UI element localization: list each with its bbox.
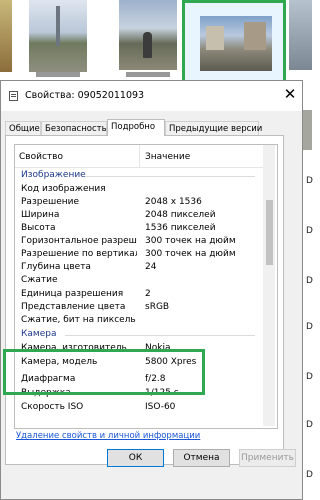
- selected-photo-thumbnail[interactable]: [200, 16, 272, 71]
- table-row[interactable]: Ширина 2048 пикселей: [15, 209, 263, 222]
- property-value: 2: [145, 289, 151, 299]
- property-name: Код изображения: [21, 184, 106, 194]
- property-value: 24: [145, 262, 157, 272]
- table-row[interactable]: Код изображения: [15, 183, 263, 196]
- property-name: Единица разрешения: [21, 289, 124, 299]
- property-name: Представление цвета: [21, 302, 126, 312]
- group-camera: Камера: [21, 329, 57, 339]
- file-label: D: [306, 420, 313, 430]
- property-name: Высота: [21, 223, 56, 233]
- property-name: Скорость ISO: [21, 402, 84, 412]
- file-label: D: [306, 322, 313, 332]
- property-value: 300 точек на дюйм: [145, 249, 236, 259]
- list-header: Свойство Значение: [15, 145, 263, 168]
- file-label: D: [306, 372, 313, 382]
- property-name: Сжатие: [21, 275, 58, 285]
- property-name: Разрешение: [21, 197, 80, 207]
- thumbnail-label: [126, 72, 170, 77]
- thumbnail-building: [206, 26, 224, 50]
- dialog-title: Свойства: 09052011093: [25, 90, 145, 101]
- properties-dialog: Свойства: 09052011093 ✕ Общие Безопаснос…: [0, 80, 303, 500]
- apply-button[interactable]: Применить: [239, 449, 296, 467]
- column-property[interactable]: Свойство: [19, 152, 63, 162]
- file-label: D: [306, 176, 313, 186]
- thumbnail-building: [244, 22, 266, 50]
- column-value[interactable]: Значение: [145, 152, 190, 162]
- column-separator[interactable]: [139, 145, 140, 167]
- property-value: 300 точек на дюйм: [145, 236, 236, 246]
- photo-thumbnail[interactable]: [119, 0, 177, 70]
- property-name: Горизонтальное разреше...: [21, 236, 137, 246]
- group-divider: [85, 176, 255, 177]
- property-value: sRGB: [145, 302, 170, 312]
- ok-button[interactable]: ОК: [107, 449, 164, 467]
- table-row[interactable]: Скорость ISO ISO-60: [15, 401, 263, 414]
- file-label: D: [306, 470, 313, 480]
- group-image: Изображение: [21, 170, 86, 180]
- file-label: D: [306, 226, 313, 236]
- photo-thumbnail[interactable]: [289, 0, 312, 70]
- table-row[interactable]: Разрешение 2048 x 1536: [15, 196, 263, 209]
- tab-details[interactable]: Подробно: [107, 119, 165, 136]
- property-value: 2048 пикселей: [145, 210, 216, 220]
- photo-thumbnail[interactable]: [302, 110, 312, 150]
- remove-properties-link[interactable]: Удаление свойств и личной информации: [16, 431, 200, 441]
- cancel-button[interactable]: Отмена: [173, 449, 230, 467]
- close-icon[interactable]: ✕: [282, 86, 298, 102]
- thumbnail-label: [36, 72, 80, 77]
- property-value: 2048 x 1536: [145, 197, 202, 207]
- table-row[interactable]: Глубина цвета 24: [15, 261, 263, 274]
- table-row[interactable]: Разрешение по вертикали 300 точек на дюйм: [15, 248, 263, 261]
- vertical-scrollbar[interactable]: [263, 145, 275, 426]
- tab-general[interactable]: Общие: [5, 121, 41, 135]
- property-name: Ширина: [21, 210, 60, 220]
- file-label: D: [306, 276, 313, 286]
- camera-rows-highlight: [3, 349, 205, 395]
- tab-security[interactable]: Безопасность: [41, 121, 107, 135]
- photo-thumbnail[interactable]: [0, 0, 12, 72]
- dialog-titlebar[interactable]: Свойства: 09052011093 ✕: [1, 81, 302, 111]
- details-panel: Свойство Значение Изображение Код изобра…: [5, 135, 284, 465]
- photo-thumbnail[interactable]: [29, 0, 87, 72]
- scrollbar-thumb[interactable]: [266, 200, 273, 265]
- table-row[interactable]: Сжатие: [15, 274, 263, 287]
- file-icon: [9, 91, 18, 101]
- table-row[interactable]: Представление цвета sRGB: [15, 301, 263, 314]
- table-row[interactable]: Горизонтальное разреше... 300 точек на дю…: [15, 235, 263, 248]
- property-name: Сжатие, бит на пиксель: [21, 315, 136, 325]
- property-value: 1536 пикселей: [145, 223, 216, 233]
- property-value: ISO-60: [145, 402, 176, 412]
- table-row[interactable]: Высота 1536 пикселей: [15, 222, 263, 235]
- table-row[interactable]: Единица разрешения 2: [15, 288, 263, 301]
- tab-previous-versions[interactable]: Предыдущие версии: [165, 121, 262, 135]
- property-name: Разрешение по вертикали: [21, 249, 137, 259]
- thumbnail-tower: [56, 6, 60, 46]
- thumbnail-person: [143, 32, 152, 58]
- table-row[interactable]: Сжатие, бит на пиксель: [15, 314, 263, 327]
- property-name: Глубина цвета: [21, 262, 91, 272]
- group-divider: [65, 335, 255, 336]
